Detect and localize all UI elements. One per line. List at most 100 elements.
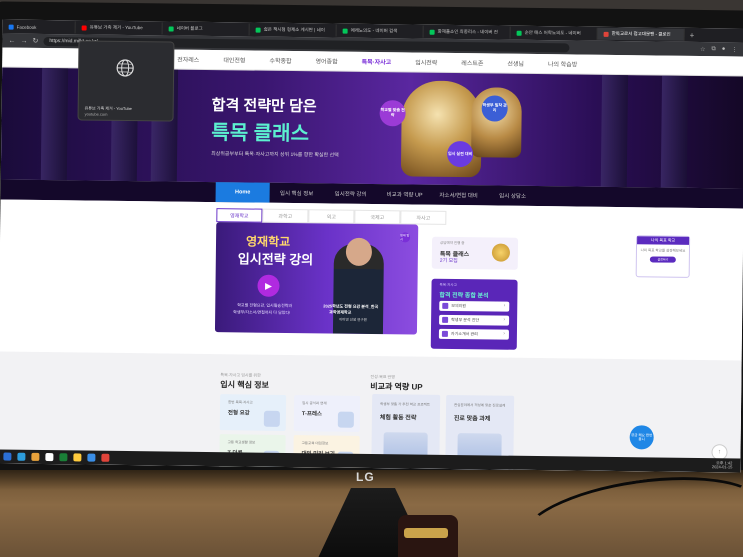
tab-label: 순안 매스 어학노의도 - 네이버 [524,29,581,36]
tab-label: 화재플소인 최종리스 - 네이버 전 [437,28,498,35]
target-school-widget: 나의 목표 학교 나의 목표 학교를 설정해보세요 설정하기 [635,235,691,278]
taskbar-app-icon[interactable] [31,452,40,461]
section-menu-item[interactable]: 입시 상담소 [486,185,540,206]
banner-badge: 영재 입시 [400,232,411,243]
school-tab[interactable]: 외고 [308,209,355,224]
browser-tab[interactable]: 한독교로서 접고대문팬 - 클로인 [597,27,685,41]
tab-label: 쉽은 책시점 형제소 게시판 | 네이 [263,26,325,33]
taskbar-app-icon[interactable] [17,452,26,461]
section-menu-item[interactable]: 비교과 역량 UP [378,184,432,205]
taskbar-app-icon[interactable] [3,452,12,461]
section-menu-item[interactable]: 입시전략 강의 [324,183,378,204]
chevron-right-icon: › [503,302,506,309]
main-content: 영재학교 과학고 외고 국제고 자사고 영재학교 입시전략 강의 ▶ 학교별 전형요강,… [0,199,743,473]
site-nav-item[interactable]: 전자레스 [177,55,199,64]
taskbar-app-icon[interactable] [101,453,110,462]
school-tab[interactable]: 과학고 [262,208,309,224]
menu-icon[interactable]: ⋮ [731,46,737,53]
globe-icon [116,59,134,77]
taskbar-app-icon[interactable] [87,453,96,462]
toolbar-icons: ☆ ⧉ ● ⋮ [700,46,737,53]
set-goal-button[interactable]: 설정하기 [649,255,676,263]
section-title: 비교과 역량 UP [370,381,423,392]
widget-header: 나의 목표 학교 [637,236,690,245]
browser-tab[interactable]: 쉽은 책시점 형제소 게시판 | 네이 [249,23,337,37]
star-icon[interactable]: ☆ [700,46,705,53]
banner-desc-2: 학생부/자소서/면접까지 다 담았다! [233,309,291,316]
favicon-icon [429,29,435,35]
pillar [600,74,629,188]
favicon-icon [81,24,87,31]
cup-band [404,528,448,538]
preview-domain: youtube.com [84,111,108,117]
chevron-right-icon: › [503,316,506,323]
profile-icon[interactable]: ● [722,46,726,53]
banner-caption-2: 과학영재학교 [329,309,352,315]
school-tab[interactable]: 자사고 [400,210,447,225]
site-nav-item[interactable]: 수학종합 [269,56,291,65]
reload-icon[interactable]: ↻ [32,37,38,45]
banner-title-2: 입시전략 강의 [237,251,314,268]
doc-icon [442,316,449,323]
widget-text: 나의 목표 학교를 설정해보세요 [640,248,686,253]
site-nav-item[interactable]: 나의 학습방 [548,59,577,68]
system-clock: 오후 1:42 2024-01-15 [711,459,733,470]
analysis-item[interactable]: 학생부 분석 진단 › [439,314,510,326]
site-nav-item[interactable]: 선생님 [507,59,524,68]
browser-tab[interactable]: 네이버 블로그 [162,22,250,36]
info-tile[interactable]: 입시 공식과 연계 T-프레스 [293,395,361,432]
analysis-card: 특목·자사고 합격 전략 종합 분석 모의지원 › 학생부 분석 진단 › 자기소개… [430,278,518,350]
browser-tab[interactable]: 화재플소인 최종리스 - 네이버 전 [423,25,511,39]
school-tab[interactable]: 영재학교 [216,208,263,223]
favicon-icon [516,30,522,36]
tab-label: 한독교로서 접고대문팬 - 클로인 [611,30,671,37]
site-nav-item[interactable]: 영어종합 [315,56,337,65]
play-icon[interactable]: ▶ [257,274,280,297]
info-tile[interactable]: 한번 목목·자사고 전형 요강 [219,394,287,431]
section-title: 입시 핵심 정보 [220,380,269,390]
browser-tab[interactable]: 순안 매스 어학노의도 - 네이버 [510,26,598,40]
monitor-logo: LG [356,470,375,484]
photo-background: LG Facebook 유튜브 가족 제거 - YouTube 네이버 블로그 쉽은 … [0,0,743,557]
illustration-icon [337,411,354,428]
chat-float-button[interactable]: 궁금 해요 한번 봅니 [629,425,654,450]
site-nav-item[interactable]: 입시전략 [415,58,437,67]
card-title: 합격 전략 종합 분석 [439,292,489,300]
school-tab[interactable]: 국제고 [354,209,401,225]
extensions-icon[interactable]: ⧉ [711,46,715,53]
section-menu-item[interactable]: Home [215,182,270,203]
card-label: 상담예약 진행 중 [440,240,465,246]
site-nav-item[interactable]: 레스트존 [461,58,483,67]
analysis-item[interactable]: 모의지원 › [439,300,510,312]
taskbar-app-icon[interactable] [59,453,68,462]
taskbar-app-icon[interactable] [73,453,82,462]
class-recruit-card[interactable]: 상담예약 진행 중 특목 클래스 2기 모집 [431,236,519,270]
banner-desc-1: 학교별 전형요강, 입시필승전략과 [237,302,293,309]
tab-label: Facebook [16,24,37,30]
browser-tab[interactable]: 에레노의도 - 네이버 검색 [336,24,424,38]
pillar [40,67,69,181]
doc-icon [441,330,448,337]
hero-title: 특목 클래스 [211,122,310,146]
section-menu-item[interactable]: 자소서/면접 대비 [432,185,486,206]
coin-icon [491,243,511,262]
section-menu-item[interactable]: 입시 핵심 정보 [270,183,324,204]
site-nav-item[interactable]: 특목·자사고 [362,57,392,66]
taskbar-app-icon[interactable] [45,453,54,462]
lecture-banner[interactable]: 영재학교 입시전략 강의 ▶ 학교별 전형요강, 입시필승전략과 학생부/자소서… [214,222,419,335]
back-icon[interactable]: ← [8,37,15,44]
tab-hover-preview: 유튜브 가족 제거 - YouTube youtube.com [77,40,175,122]
section-caption: 전성·목표 반영 [370,373,395,380]
site-nav-item[interactable]: 대인전형 [223,55,245,64]
section-caption: 특목·자사고 입시를 위한 [220,372,261,378]
illustration-icon [263,410,280,427]
favicon-icon [603,31,609,37]
hero-subtitle: 합격 전략만 담은 [211,97,317,116]
forward-icon[interactable]: → [20,37,27,44]
chevron-right-icon: › [503,330,505,337]
browser-tab[interactable]: Facebook [2,20,76,34]
new-tab-button[interactable]: + [685,30,700,39]
analysis-item[interactable]: 자기소개서 관리 › [438,328,509,340]
browser-tab[interactable]: 유튜브 가족 제거 - YouTube [75,21,163,35]
trophy-image [400,80,483,178]
